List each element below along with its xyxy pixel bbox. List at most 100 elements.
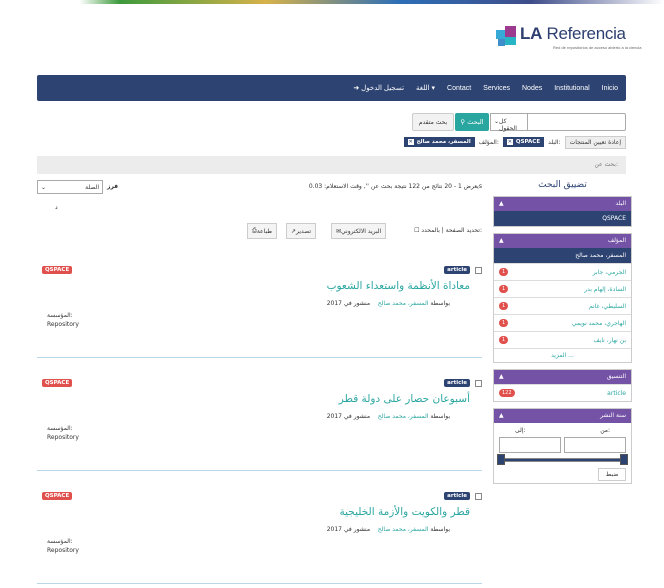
facet-selected[interactable]: QSPACE (494, 211, 631, 226)
results-marker: د (55, 204, 58, 211)
result-item: QSPACE article أسبوعان حصار على دولة قطر… (37, 371, 482, 471)
collapse-icon: ▲ (499, 373, 504, 380)
nav-login[interactable]: ➜ تسجيل الدخول (353, 84, 404, 92)
nav-contact[interactable]: Contact (447, 85, 471, 92)
facet-item[interactable]: 1 الجرمي، جابر (494, 263, 631, 280)
institution-info: المؤسسة: Repository (47, 312, 79, 328)
sort-label: فرز (107, 183, 119, 190)
item-checkbox[interactable] (475, 493, 482, 500)
collapse-icon: ▲ (499, 412, 504, 419)
institution-info: المؤسسة: Repository (47, 425, 79, 441)
result-meta: بواسطة المسفر، محمد صالح منشور في 2017 (326, 526, 450, 533)
facet-more-link[interactable]: المزيد ... (494, 348, 631, 362)
facet-author: ▲ المؤلف المسفر، محمد صالح 1 الجرمي، جابر … (493, 233, 632, 363)
author-filter-label: المؤلف: (478, 138, 499, 146)
author-link[interactable]: المسفر، محمد صالح (378, 526, 429, 533)
email-button[interactable]: ✉ البريد الالكتروني (331, 223, 387, 239)
nav-services[interactable]: Services (483, 85, 510, 92)
facet-country: ▲ البلد QSPACE (493, 196, 632, 227)
main-navbar: Inicio Institutional Nodes Services Cont… (37, 75, 626, 101)
active-filters: إعادة تعيين المنتجات البلد: ✕ QSPACE المؤ… (403, 135, 626, 149)
source-badge: QSPACE (42, 266, 73, 274)
author-link[interactable]: المسفر، محمد صالح (378, 300, 429, 307)
facet-header[interactable]: ▲ التنسيق (494, 370, 631, 384)
facet-selected[interactable]: المسفر، محمد صالح (494, 248, 631, 263)
facet-format: ▲ التنسيق 122 article (493, 369, 632, 402)
facet-header[interactable]: ▲ سنة النشر (494, 409, 631, 423)
facet-item[interactable]: 1 السادة، إلهام بدر (494, 280, 631, 297)
logo-mark-square (498, 39, 505, 46)
la-referencia-logo[interactable]: LA Referencia Red de repositorios de acc… (496, 24, 642, 56)
facet-item[interactable]: 1 السليطي، غانم (494, 297, 631, 314)
year-from-input[interactable] (564, 437, 626, 453)
result-title[interactable]: معاداة الأنظمة واستعداء الشعوب (327, 280, 470, 292)
count-badge: 1 (499, 268, 509, 276)
author-link[interactable]: المسفر، محمد صالح (378, 413, 429, 420)
search-button[interactable]: ⚲ البحث (455, 113, 489, 131)
results-info: يعرض 1 - 20 نتائج من 122 نتيجة بحث عن ''… (308, 183, 482, 190)
logo-name: LA Referencia (520, 24, 626, 43)
close-icon[interactable]: ✕ (407, 139, 414, 145)
collapse-icon: ▲ (499, 200, 504, 207)
country-filter-tag[interactable]: ✕ QSPACE (502, 137, 545, 147)
close-icon[interactable]: ✕ (506, 139, 513, 145)
count-badge: 1 (499, 319, 509, 327)
institution-info: المؤسسة: Repository (47, 538, 79, 554)
collapse-icon: ▲ (499, 237, 504, 244)
nav-institutional[interactable]: Institutional (554, 85, 589, 92)
year-from-label: من: (600, 427, 610, 434)
format-badge: article (444, 379, 470, 387)
advanced-search-button[interactable]: بحث متقدم (412, 113, 454, 131)
facet-year: ▲ سنة النشر إلى: من: ضبط (493, 408, 632, 484)
apply-year-button[interactable]: ضبط (598, 468, 626, 481)
source-badge: QSPACE (42, 379, 73, 387)
result-item: QSPACE article معاداة الأنظمة واستعداء ا… (37, 258, 482, 358)
search-field-select[interactable]: ⌄ كل الحقول (490, 113, 528, 132)
search-input[interactable] (522, 113, 626, 131)
select-page-checkbox[interactable]: ☐ تحديد الصفحة | بالمحدد: (414, 227, 482, 234)
count-badge: 1 (499, 336, 509, 344)
reset-filters-button[interactable]: إعادة تعيين المنتجات (564, 135, 626, 149)
facet-item[interactable]: 1 الهاجري، محمد نويمي (494, 314, 631, 331)
item-checkbox[interactable] (475, 380, 482, 387)
print-button[interactable]: ⎙ طباعة (247, 223, 278, 239)
format-badge: article (444, 492, 470, 500)
logo-mark-square (505, 37, 516, 45)
result-item: QSPACE article قطر والكويت والأزمة الخلي… (37, 484, 482, 584)
result-meta: بواسطة المسفر، محمد صالح منشور في 2017 (326, 300, 450, 307)
item-checkbox[interactable] (475, 267, 482, 274)
count-badge: 122 (499, 389, 515, 397)
logo-tagline: Red de repositorios de acceso abierto a … (553, 45, 642, 50)
nav-language[interactable]: اللغة ▾ (416, 84, 435, 92)
facet-header[interactable]: ▲ المؤلف (494, 234, 631, 248)
result-title[interactable]: أسبوعان حصار على دولة قطر (339, 393, 470, 405)
year-range-slider[interactable] (499, 458, 626, 462)
results-toolbar: ⎙ طباعة ↗ تصدير ✉ البريد الالكتروني ☐ تحديد… (37, 223, 482, 239)
export-button[interactable]: ↗ تصدير (286, 223, 317, 239)
result-meta: بواسطة المسفر، محمد صالح منشور في 2017 (326, 413, 450, 420)
facet-item[interactable]: 1 بن نهار، نايف (494, 331, 631, 348)
year-to-input[interactable] (499, 437, 561, 453)
author-filter-tag[interactable]: ✕ المسفر، محمد صالح (403, 137, 475, 147)
slider-handle[interactable] (620, 454, 628, 465)
nav-nodes[interactable]: Nodes (522, 85, 542, 92)
logo-mark-square (505, 26, 516, 37)
facet-sidebar: تضييق البحث ▲ البلد QSPACE ▲ المؤلف المسفر… (493, 180, 632, 484)
search-icon: ⚲ (460, 118, 466, 126)
logo-mark-square (496, 30, 505, 39)
result-title[interactable]: قطر والكويت والأزمة الخليجية (340, 506, 471, 518)
chevron-down-icon: ⌄ (41, 184, 47, 191)
facet-header[interactable]: ▲ البلد (494, 197, 631, 211)
facet-item[interactable]: 122 article (494, 384, 631, 401)
sidebar-title: تضييق البحث (538, 180, 587, 190)
sort-select[interactable]: ⌄ الصلة (37, 180, 103, 194)
year-to-label: إلى: (515, 427, 526, 434)
nav-inicio[interactable]: Inicio (602, 85, 618, 92)
top-color-strip (0, 0, 664, 4)
format-badge: article (444, 266, 470, 274)
login-icon: ➜ (353, 85, 360, 92)
country-filter-label: البلد: (548, 138, 561, 146)
slider-handle[interactable] (497, 454, 505, 465)
search-for-bar: بحث عن: (37, 156, 626, 174)
source-badge: QSPACE (42, 492, 73, 500)
